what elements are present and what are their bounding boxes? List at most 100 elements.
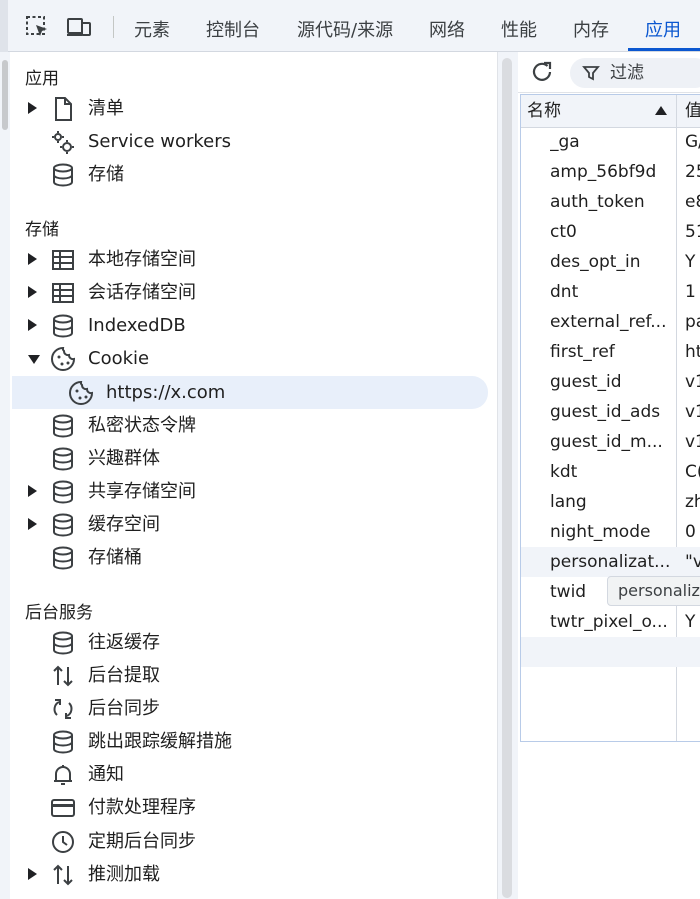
tab-performance[interactable]: 性能 xyxy=(501,0,537,52)
table-icon xyxy=(52,283,74,303)
clock-icon xyxy=(52,831,74,853)
cookie-value: v1 xyxy=(685,402,700,422)
tab-network[interactable]: 网络 xyxy=(429,0,465,52)
table-row[interactable]: ct0 51 xyxy=(521,217,700,247)
sidebar-item-background-sync[interactable]: 后台同步 xyxy=(12,692,488,725)
sidebar-item-storage-buckets[interactable]: 存储桶 xyxy=(12,541,488,574)
cookie-panel: 过滤 名称 值 _ga G/ amp_56bf9d 25 auth_token e8 … xyxy=(518,52,700,899)
inspect-element-icon[interactable] xyxy=(24,14,50,40)
sidebar-item-shared-storage[interactable]: 共享存储空间 xyxy=(12,475,488,508)
table-row[interactable]: guest_id v1 xyxy=(521,367,700,397)
database-icon xyxy=(53,513,73,537)
table-row[interactable]: external_ref... pa xyxy=(521,307,700,337)
cookie-name: amp_56bf9d xyxy=(550,162,657,182)
sidebar-item-private-state-tokens[interactable]: 私密状态令牌 xyxy=(12,409,488,442)
sidebar-item-label: 存储 xyxy=(88,164,124,185)
sort-ascending-icon[interactable] xyxy=(655,106,667,115)
column-header-name[interactable]: 名称 xyxy=(527,95,561,127)
sidebar-item-manifest[interactable]: 清单 xyxy=(12,92,488,125)
scrollbar-thumb[interactable] xyxy=(502,58,512,898)
sidebar-item-cookies[interactable]: Cookie xyxy=(12,342,488,375)
tab-bar-edge xyxy=(0,0,8,52)
sidebar-item-cookie-x-com[interactable]: https://x.com xyxy=(12,376,488,409)
database-icon xyxy=(53,314,73,338)
expand-arrow-icon[interactable] xyxy=(28,286,37,298)
sidebar-item-storage-overview[interactable]: 存储 xyxy=(12,158,488,191)
sidebar-item-label: 后台同步 xyxy=(88,698,160,719)
sidebar-item-label: IndexedDB xyxy=(88,315,186,336)
table-row[interactable]: first_ref ht xyxy=(521,337,700,367)
sidebar-item-label: 推测加载 xyxy=(88,864,160,885)
expand-arrow-icon[interactable] xyxy=(28,485,37,497)
cookie-name: guest_id_ads xyxy=(550,402,661,422)
sidebar-item-cache-storage[interactable]: 缓存空间 xyxy=(12,508,488,541)
sidebar-item-label: 付款处理程序 xyxy=(88,797,196,818)
cookie-value: e8 xyxy=(685,192,700,212)
cookie-name: night_mode xyxy=(550,522,651,542)
sidebar-item-bfcache[interactable]: 往返缓存 xyxy=(12,626,488,659)
sidebar-item-label: 定期后台同步 xyxy=(88,831,196,852)
sidebar-item-local-storage[interactable]: 本地存储空间 xyxy=(12,243,488,276)
sidebar-item-label: 存储桶 xyxy=(88,547,142,568)
panel-splitter[interactable] xyxy=(497,52,518,899)
device-toolbar-icon[interactable] xyxy=(66,14,92,40)
sidebar-scrollbar[interactable] xyxy=(0,52,10,899)
cookie-value: pa xyxy=(685,312,700,332)
table-row[interactable]: guest_id_m... v1 xyxy=(521,427,700,457)
document-icon xyxy=(55,97,72,121)
tab-console[interactable]: 控制台 xyxy=(206,0,260,52)
tab-application[interactable]: 应用 xyxy=(645,0,681,52)
expand-arrow-icon[interactable] xyxy=(28,102,37,114)
sidebar-item-indexeddb[interactable]: IndexedDB xyxy=(12,309,488,342)
expand-arrow-icon[interactable] xyxy=(28,868,37,880)
sidebar-item-periodic-background-sync[interactable]: 定期后台同步 xyxy=(12,825,488,858)
table-row[interactable]: amp_56bf9d 25 xyxy=(521,157,700,187)
cookie-name-tooltip: personaliza xyxy=(607,576,700,606)
cookie-name: first_ref xyxy=(550,342,615,362)
sidebar-item-label: 共享存储空间 xyxy=(88,481,196,502)
sidebar-item-bounce-tracking-mitigations[interactable]: 跳出跟踪缓解措施 xyxy=(12,725,488,758)
column-header-value[interactable]: 值 xyxy=(685,95,700,127)
tab-elements[interactable]: 元素 xyxy=(134,0,170,52)
expand-arrow-icon[interactable] xyxy=(28,253,37,265)
expand-arrow-icon[interactable] xyxy=(28,518,37,530)
table-row[interactable]: personalizat... "v xyxy=(521,547,700,577)
table-row[interactable]: des_opt_in Y xyxy=(521,247,700,277)
section-title-application: 应用 xyxy=(25,69,59,89)
filter-input[interactable]: 过滤 xyxy=(570,58,700,88)
sidebar-item-notifications[interactable]: 通知 xyxy=(12,758,488,791)
tab-memory[interactable]: 内存 xyxy=(573,0,609,52)
database-icon xyxy=(53,631,73,655)
refresh-icon[interactable] xyxy=(530,60,554,84)
sidebar-item-background-fetch[interactable]: 后台提取 xyxy=(12,659,488,692)
table-row[interactable]: dnt 1 xyxy=(521,277,700,307)
table-row[interactable]: twtr_pixel_o... Y xyxy=(521,607,700,637)
database-icon xyxy=(53,480,73,504)
tab-sources[interactable]: 源代码/来源 xyxy=(297,0,393,52)
cookie-value: zh xyxy=(685,492,700,512)
cookie-icon xyxy=(51,346,76,371)
scrollbar-thumb[interactable] xyxy=(2,60,8,130)
collapse-arrow-icon[interactable] xyxy=(28,355,40,364)
cookie-value: Y xyxy=(685,612,696,632)
table-row[interactable]: night_mode 0 xyxy=(521,517,700,547)
sidebar-item-interest-groups[interactable]: 兴趣群体 xyxy=(12,442,488,475)
sidebar-item-label: 兴趣群体 xyxy=(88,448,160,469)
table-row[interactable]: auth_token e8 xyxy=(521,187,700,217)
expand-arrow-icon[interactable] xyxy=(28,319,37,331)
table-header: 名称 值 xyxy=(521,95,700,128)
sidebar-item-service-workers[interactable]: Service workers xyxy=(12,125,488,158)
sidebar-item-label: 往返缓存 xyxy=(88,632,160,653)
sidebar-item-session-storage[interactable]: 会话存储空间 xyxy=(12,276,488,309)
table-row-empty[interactable] xyxy=(521,637,700,667)
sidebar-item-payment-handler[interactable]: 付款处理程序 xyxy=(12,791,488,824)
table-row[interactable]: lang zh xyxy=(521,487,700,517)
table-row[interactable]: kdt C( xyxy=(521,457,700,487)
database-icon xyxy=(53,414,73,438)
sidebar-item-label: 跳出跟踪缓解措施 xyxy=(88,731,232,752)
cookie-name: auth_token xyxy=(550,192,645,212)
table-row[interactable]: _ga G/ xyxy=(521,127,700,157)
sidebar-item-speculative-loads[interactable]: 推测加载 xyxy=(12,858,488,891)
table-row[interactable]: guest_id_ads v1 xyxy=(521,397,700,427)
filter-placeholder: 过滤 xyxy=(610,63,644,83)
